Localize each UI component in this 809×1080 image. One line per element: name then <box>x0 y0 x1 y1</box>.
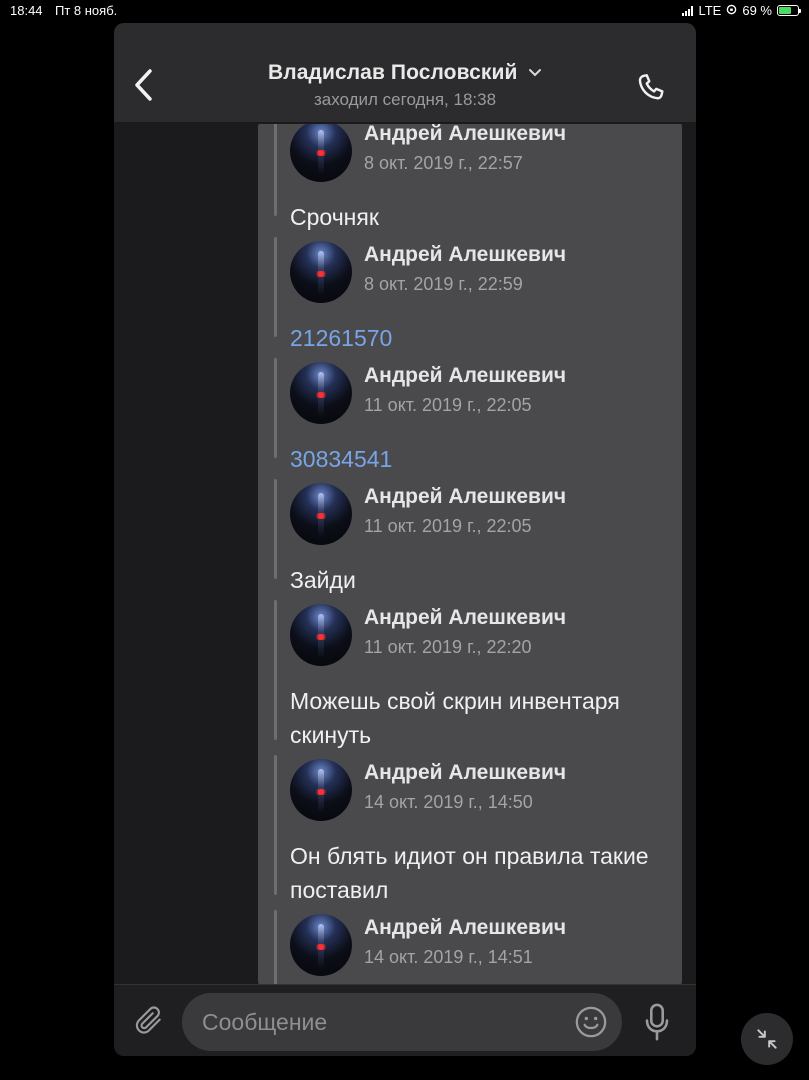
sender-name[interactable]: Андрей Алешкевич <box>364 124 566 146</box>
status-bar: 18:44 Пт 8 нояб. LTE 69 % <box>0 0 809 22</box>
call-button[interactable] <box>632 69 670 107</box>
back-chevron-icon <box>135 69 152 101</box>
message-input[interactable] <box>182 993 622 1051</box>
microphone-button[interactable] <box>638 1001 676 1043</box>
forwarded-message[interactable]: Андрей Алешкевич 11 окт. 2019 г., 22:05 30… <box>274 358 674 472</box>
chat-header: Владислав Пословский заходил сегодня, 18… <box>114 23 696 123</box>
minimize-button[interactable] <box>741 1013 793 1065</box>
message-text: Можешь свой скрин инвентаря скинуть <box>290 688 620 748</box>
forward-quote-bar <box>274 910 277 984</box>
avatar[interactable] <box>290 914 352 976</box>
sender-name[interactable]: Андрей Алешкевич <box>364 606 566 630</box>
message-date: 8 окт. 2019 г., 22:59 <box>364 274 523 294</box>
sender-name[interactable]: Андрей Алешкевич <box>364 916 566 940</box>
emoji-button[interactable] <box>574 1005 608 1039</box>
last-seen-status: заходил сегодня, 18:38 <box>313 90 497 109</box>
sender-name[interactable]: Андрей Алешкевич <box>364 761 566 785</box>
status-time: 18:44 <box>10 3 43 18</box>
orientation-lock-icon <box>726 3 737 18</box>
avatar[interactable] <box>290 241 352 303</box>
message-text: Зайди <box>290 567 356 593</box>
message-date: 14 окт. 2019 г., 14:51 <box>364 947 533 967</box>
message-text: Срочняк <box>290 204 379 230</box>
forward-quote-bar <box>274 124 277 216</box>
attach-button[interactable] <box>130 1002 168 1040</box>
forwarded-message[interactable]: Андрей Алешкевич 8 окт. 2019 г., 22:57 Сро… <box>274 124 674 230</box>
network-label: LTE <box>698 3 722 18</box>
message-date: 11 окт. 2019 г., 22:05 <box>364 516 532 536</box>
avatar[interactable] <box>290 362 352 424</box>
chevron-down-icon <box>528 69 541 77</box>
forward-quote-bar <box>274 755 277 895</box>
forward-quote-bar <box>274 479 277 579</box>
emoji-icon <box>575 1006 607 1038</box>
forwarded-message[interactable]: Андрей Алешкевич 11 окт. 2019 г., 22:20 Мо… <box>274 600 674 748</box>
avatar[interactable] <box>290 759 352 821</box>
microphone-icon <box>645 1003 669 1041</box>
forwarded-message[interactable]: Андрей Алешкевич 8 окт. 2019 г., 22:59 212… <box>274 237 674 351</box>
sender-name[interactable]: Андрей Алешкевич <box>364 364 566 388</box>
message-text[interactable]: 21261570 <box>290 321 670 355</box>
status-date: Пт 8 нояб. <box>55 3 118 18</box>
sender-name[interactable]: Андрей Алешкевич <box>364 485 566 509</box>
message-composer <box>114 984 696 1056</box>
sender-name[interactable]: Андрей Алешкевич <box>364 243 566 267</box>
signal-icon <box>682 5 694 16</box>
forwarded-message[interactable]: Андрей Алешкевич 14 окт. 2019 г., 14:50 Он… <box>274 755 674 903</box>
paperclip-icon <box>135 1006 161 1034</box>
forward-quote-bar <box>274 600 277 740</box>
avatar[interactable] <box>290 124 352 182</box>
message-list[interactable]: Андрей Алешкевич 8 окт. 2019 г., 22:57 Сро… <box>114 124 696 984</box>
status-indicators: LTE 69 % <box>682 3 801 18</box>
phone-icon <box>638 74 664 100</box>
message-text[interactable]: 30834541 <box>290 442 670 476</box>
forward-quote-bar <box>274 358 277 458</box>
chat-title-block[interactable]: Владислав Пословский заходил сегодня, 18… <box>214 61 596 110</box>
forwarded-message[interactable]: Андрей Алешкевич 11 окт. 2019 г., 22:05 За… <box>274 479 674 593</box>
message-date: 8 окт. 2019 г., 22:57 <box>364 153 523 173</box>
battery-percent: 69 % <box>742 3 772 18</box>
forward-quote-bar <box>274 237 277 337</box>
message-text: Он блять идиот он правила такие поставил <box>290 843 649 903</box>
forwarded-message[interactable]: Андрей Алешкевич 14 окт. 2019 г., 14:51 <box>274 910 674 984</box>
avatar[interactable] <box>290 604 352 666</box>
avatar[interactable] <box>290 483 352 545</box>
message-date: 14 окт. 2019 г., 14:50 <box>364 792 533 812</box>
battery-icon <box>777 5 801 16</box>
chat-title: Владислав Пословский <box>268 61 518 84</box>
minimize-arrows-icon <box>757 1029 777 1049</box>
message-date: 11 окт. 2019 г., 22:20 <box>364 637 532 657</box>
message-date: 11 окт. 2019 г., 22:05 <box>364 395 532 415</box>
chat-window: Владислав Пословский заходил сегодня, 18… <box>114 23 696 1056</box>
back-button[interactable] <box>126 65 160 105</box>
